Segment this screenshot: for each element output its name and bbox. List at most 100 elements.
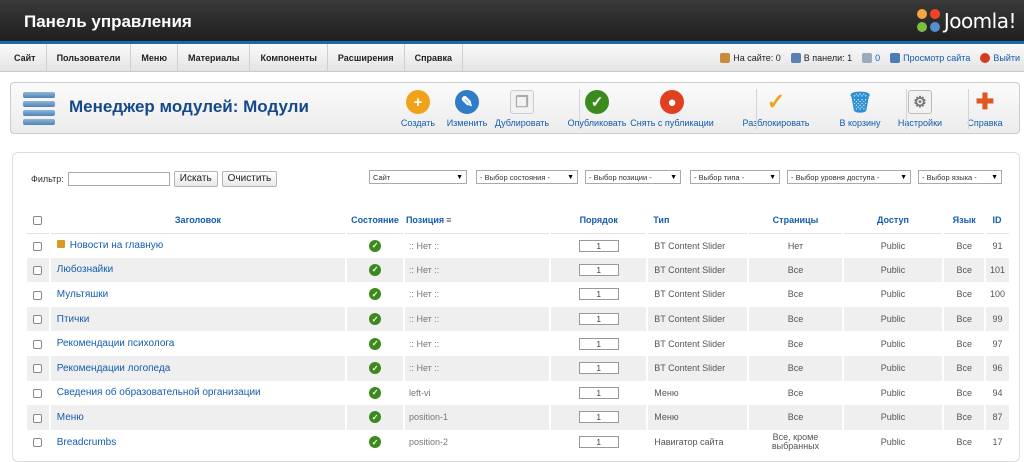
module-title-link[interactable]: Рекомендации логопеда bbox=[57, 363, 171, 374]
module-title-link[interactable]: Рекомендации психолога bbox=[57, 338, 175, 349]
menu-item[interactable]: Меню bbox=[131, 44, 179, 72]
state-cell: ✓ bbox=[345, 429, 404, 455]
table-row: Меню ✓ position-1 1 Меню Все Public Все 87 bbox=[25, 405, 1009, 430]
module-title-link[interactable]: Новости на главную bbox=[70, 240, 164, 251]
row-select-cell bbox=[25, 257, 50, 283]
published-icon[interactable]: ✓ bbox=[369, 411, 382, 424]
row-checkbox[interactable] bbox=[33, 241, 43, 251]
type-cell: BT Content Slider bbox=[646, 331, 749, 356]
module-title-link[interactable]: Сведения об образовательной организации bbox=[57, 387, 261, 398]
access-cell: Public bbox=[841, 405, 944, 430]
users-in-panel: В панели: 1 bbox=[790, 53, 852, 63]
published-icon[interactable]: ✓ bbox=[369, 263, 382, 276]
module-title-link[interactable]: Мультяшки bbox=[57, 289, 108, 300]
menu-item[interactable]: Пользователи bbox=[47, 44, 132, 72]
row-checkbox[interactable] bbox=[33, 290, 43, 300]
module-title-link[interactable]: Любознайки bbox=[57, 264, 113, 275]
publish-button[interactable]: ✓ Опубликовать bbox=[562, 90, 632, 128]
site-select[interactable]: Сайт ▼ bbox=[369, 170, 467, 184]
col-position[interactable]: Позиция ≡ bbox=[403, 208, 551, 234]
order-input[interactable]: 1 bbox=[578, 337, 619, 350]
module-title-link[interactable]: Меню bbox=[57, 412, 84, 423]
published-icon[interactable]: ✓ bbox=[369, 239, 382, 252]
options-button[interactable]: ⚙ Настройки bbox=[885, 90, 955, 128]
preview-site-link[interactable]: Просмотр сайта bbox=[890, 53, 970, 63]
chevron-down-icon: ▼ bbox=[991, 173, 998, 181]
module-title-cell: Breadcrumbs bbox=[48, 429, 347, 455]
checkin-button[interactable]: ✓ Разблокировать bbox=[741, 89, 811, 128]
order-input[interactable]: 1 bbox=[578, 288, 619, 301]
published-icon[interactable]: ✓ bbox=[369, 386, 382, 399]
toolbar-separator bbox=[756, 89, 757, 129]
filter-search-input[interactable] bbox=[67, 172, 170, 186]
module-title-link[interactable]: Птички bbox=[57, 314, 90, 325]
select-value: - Выбор типа - bbox=[694, 172, 745, 182]
search-button[interactable]: Искать bbox=[173, 171, 218, 187]
col-type[interactable]: Тип bbox=[647, 208, 749, 234]
menu-item[interactable]: Расширения bbox=[328, 44, 405, 72]
col-access[interactable]: Доступ bbox=[842, 208, 944, 234]
menu-item[interactable]: Материалы bbox=[178, 44, 251, 72]
published-icon[interactable]: ✓ bbox=[369, 337, 382, 350]
type-cell: Навигатор сайта bbox=[646, 429, 749, 455]
logout-link[interactable]: Выйти bbox=[980, 53, 1020, 63]
order-input[interactable]: 1 bbox=[578, 362, 619, 375]
row-checkbox[interactable] bbox=[33, 364, 43, 374]
chevron-down-icon: ▼ bbox=[769, 173, 776, 181]
row-checkbox[interactable] bbox=[33, 413, 43, 423]
power-icon bbox=[980, 53, 991, 63]
published-icon[interactable]: ✓ bbox=[369, 288, 382, 301]
module-title-cell: Любознайки bbox=[48, 257, 347, 283]
mail-icon bbox=[862, 53, 873, 63]
menu-item[interactable]: Сайт bbox=[4, 44, 47, 72]
order-input[interactable]: 1 bbox=[578, 436, 619, 449]
id-cell: 99 bbox=[984, 306, 1009, 332]
messages-link[interactable]: 0 bbox=[862, 53, 880, 63]
type-cell: Меню bbox=[646, 405, 749, 430]
row-checkbox[interactable] bbox=[33, 265, 43, 275]
access-cell: Public bbox=[841, 429, 944, 455]
published-icon[interactable]: ✓ bbox=[369, 362, 382, 375]
unpublish-button[interactable]: ● Снять с публикации bbox=[630, 90, 714, 128]
row-checkbox[interactable] bbox=[33, 339, 43, 349]
row-select-cell bbox=[25, 380, 50, 406]
select-all-header bbox=[26, 208, 50, 234]
access-select[interactable]: - Выбор уровня доступа - ▼ bbox=[787, 170, 911, 184]
row-checkbox[interactable] bbox=[33, 315, 43, 325]
id-cell: 97 bbox=[984, 331, 1009, 356]
type-select[interactable]: - Выбор типа - ▼ bbox=[690, 170, 780, 184]
module-title-link[interactable]: Breadcrumbs bbox=[57, 437, 116, 448]
lock-icon[interactable] bbox=[56, 240, 65, 249]
order-input[interactable]: 1 bbox=[578, 313, 619, 326]
published-icon[interactable]: ✓ bbox=[369, 313, 382, 326]
col-state[interactable]: Состояние bbox=[346, 208, 404, 234]
order-input[interactable]: 1 bbox=[578, 386, 619, 399]
published-icon[interactable]: ✓ bbox=[369, 436, 382, 449]
clear-button[interactable]: Очистить bbox=[221, 171, 278, 187]
col-pages[interactable]: Страницы bbox=[748, 208, 843, 234]
duplicate-button[interactable]: ❐ Дублировать bbox=[487, 90, 557, 128]
language-cell: Все bbox=[942, 306, 986, 332]
menu-item[interactable]: Компоненты bbox=[250, 44, 328, 72]
col-id[interactable]: ID bbox=[985, 208, 1009, 234]
order-input[interactable]: 1 bbox=[578, 263, 619, 276]
state-select[interactable]: - Выбор состояния - ▼ bbox=[476, 170, 578, 184]
row-checkbox[interactable] bbox=[33, 438, 43, 448]
table-row: Сведения об образовательной организации ✓… bbox=[25, 380, 1009, 406]
top-header: Панель управления Joomla! bbox=[0, 0, 1024, 44]
checkin-label: Разблокировать bbox=[742, 118, 810, 128]
help-button[interactable]: ✚ Справка bbox=[950, 89, 1020, 128]
language-select[interactable]: - Выбор языка - ▼ bbox=[918, 170, 1002, 184]
order-input[interactable]: 1 bbox=[578, 239, 619, 252]
menu-item[interactable]: Справка bbox=[405, 44, 464, 72]
col-order[interactable]: Порядок bbox=[550, 208, 648, 234]
access-cell: Public bbox=[841, 306, 944, 332]
page-title: Менеджер модулей: Модули bbox=[69, 97, 309, 116]
position-select[interactable]: - Выбор позиции - ▼ bbox=[585, 170, 681, 184]
position-cell: position-2 bbox=[402, 429, 551, 455]
row-checkbox[interactable] bbox=[33, 388, 43, 398]
col-language[interactable]: Язык bbox=[943, 208, 986, 234]
col-title[interactable]: Заголовок bbox=[49, 208, 347, 234]
select-all-checkbox[interactable] bbox=[33, 216, 43, 226]
order-input[interactable]: 1 bbox=[578, 411, 619, 424]
